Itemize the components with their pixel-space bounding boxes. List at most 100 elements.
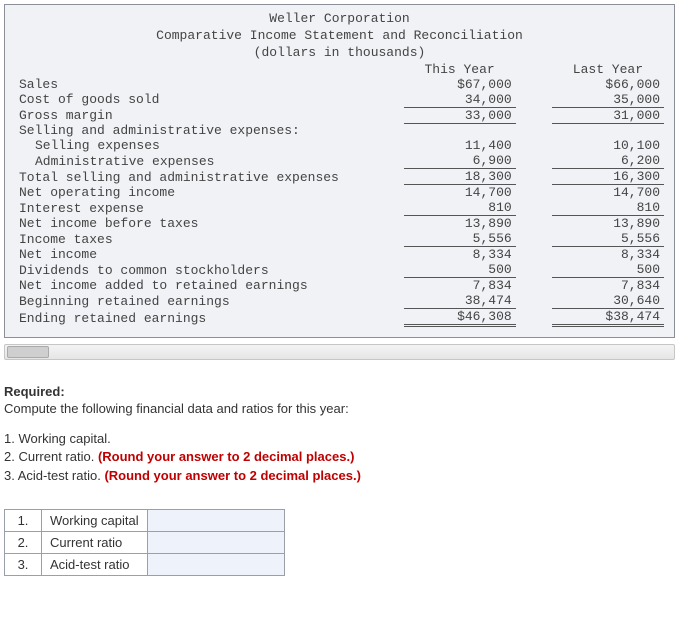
row-label: Net income (15, 247, 404, 263)
row-last-year: 5,556 (552, 231, 664, 247)
question-text: Working capital. (18, 431, 110, 446)
question-text: Acid-test ratio. (18, 468, 105, 483)
row-last-year: 13,890 (552, 216, 664, 232)
row-last-year: 7,834 (552, 278, 664, 294)
row-label: Administrative expenses (15, 153, 404, 169)
required-prompt: Compute the following financial data and… (4, 401, 675, 416)
row-label: Dividends to common stockholders (15, 262, 404, 278)
row-label: Net income before taxes (15, 216, 404, 232)
row-last-year: 6,200 (552, 153, 664, 169)
statement-row: Dividends to common stockholders500500 (15, 262, 664, 278)
row-last-year: $66,000 (552, 77, 664, 92)
income-statement-panel: Weller Corporation Comparative Income St… (4, 4, 675, 338)
row-last-year: $38,474 (552, 309, 664, 326)
row-last-year: 14,700 (552, 185, 664, 201)
row-label: Selling expenses (15, 138, 404, 153)
row-this-year: 34,000 (404, 92, 516, 108)
statement-row: Sales$67,000 $66,000 (15, 77, 664, 92)
row-this-year: 38,474 (404, 293, 516, 309)
question-text: Current ratio. (18, 449, 97, 464)
statement-row: Beginning retained earnings38,474 30,640 (15, 293, 664, 309)
scrollbar-thumb[interactable] (7, 346, 49, 358)
row-last-year: 16,300 (552, 169, 664, 185)
row-label: Interest expense (15, 200, 404, 216)
income-statement-table: This Year Last Year Sales$67,000$66,000C… (15, 62, 664, 328)
answer-input[interactable] (147, 531, 284, 553)
statement-row: Administrative expenses6,900 6,200 (15, 153, 664, 169)
row-last-year: 31,000 (552, 107, 664, 123)
answer-input[interactable] (147, 553, 284, 575)
row-last-year: 30,640 (552, 293, 664, 309)
answer-number: 2. (5, 531, 42, 553)
question-number: 1. (4, 431, 18, 446)
horizontal-scrollbar[interactable] (4, 344, 675, 360)
statement-row: Ending retained earnings$46,308 $38,474 (15, 309, 664, 326)
question-item: 1. Working capital. (4, 430, 675, 448)
row-this-year: 810 (404, 200, 516, 216)
row-this-year: 13,890 (404, 216, 516, 232)
row-this-year: 11,400 (404, 138, 516, 153)
row-label: Sales (15, 77, 404, 92)
row-last-year (552, 123, 664, 138)
statement-row: Selling and administrative expenses: (15, 123, 664, 138)
answer-label: Acid-test ratio (42, 553, 148, 575)
row-label: Total selling and administrative expense… (15, 169, 404, 185)
row-label: Net operating income (15, 185, 404, 201)
statement-title: Comparative Income Statement and Reconci… (156, 28, 523, 43)
statement-row: Cost of goods sold34,000 35,000 (15, 92, 664, 108)
row-this-year: 7,834 (404, 278, 516, 294)
answer-input[interactable] (147, 509, 284, 531)
row-label: Gross margin (15, 107, 404, 123)
row-this-year: 8,334 (404, 247, 516, 263)
col-header-last: Last Year (552, 62, 664, 77)
row-label: Income taxes (15, 231, 404, 247)
statement-row: Selling expenses11,400 10,100 (15, 138, 664, 153)
row-this-year: 18,300 (404, 169, 516, 185)
statement-units: (dollars in thousands) (254, 45, 426, 60)
answer-label: Working capital (42, 509, 148, 531)
statement-row: Net income8,3348,334 (15, 247, 664, 263)
row-this-year: 33,000 (404, 107, 516, 123)
answer-table: 1.Working capital2.Current ratio3.Acid-t… (4, 509, 285, 576)
statement-row: Gross margin33,000 31,000 (15, 107, 664, 123)
question-number: 3. (4, 468, 18, 483)
row-last-year: 35,000 (552, 92, 664, 108)
row-label: Beginning retained earnings (15, 293, 404, 309)
statement-row: Net income before taxes13,89013,890 (15, 216, 664, 232)
row-last-year: 8,334 (552, 247, 664, 263)
row-label: Ending retained earnings (15, 309, 404, 326)
row-this-year (404, 123, 516, 138)
row-this-year: 6,900 (404, 153, 516, 169)
question-item: 2. Current ratio. (Round your answer to … (4, 448, 675, 466)
question-item: 3. Acid-test ratio. (Round your answer t… (4, 467, 675, 485)
col-header-this: This Year (404, 62, 516, 77)
question-note: (Round your answer to 2 decimal places.) (98, 449, 354, 464)
row-this-year: $67,000 (404, 77, 516, 92)
answer-number: 1. (5, 509, 42, 531)
answer-row: 2.Current ratio (5, 531, 285, 553)
statement-row: Total selling and administrative expense… (15, 169, 664, 185)
row-last-year: 10,100 (552, 138, 664, 153)
statement-row: Net operating income14,70014,700 (15, 185, 664, 201)
statement-row: Interest expense810810 (15, 200, 664, 216)
row-label: Net income added to retained earnings (15, 278, 404, 294)
answer-row: 3.Acid-test ratio (5, 553, 285, 575)
row-label: Cost of goods sold (15, 92, 404, 108)
statement-row: Income taxes5,5565,556 (15, 231, 664, 247)
answer-label: Current ratio (42, 531, 148, 553)
company-name: Weller Corporation (269, 11, 409, 26)
row-this-year: 5,556 (404, 231, 516, 247)
required-heading: Required: (4, 384, 675, 399)
answer-row: 1.Working capital (5, 509, 285, 531)
question-list: 1. Working capital. 2. Current ratio. (R… (4, 430, 675, 485)
row-last-year: 500 (552, 262, 664, 278)
row-this-year: 500 (404, 262, 516, 278)
row-label: Selling and administrative expenses: (15, 123, 404, 138)
question-note: (Round your answer to 2 decimal places.) (104, 468, 360, 483)
statement-row: Net income added to retained earnings7,8… (15, 278, 664, 294)
row-last-year: 810 (552, 200, 664, 216)
answer-number: 3. (5, 553, 42, 575)
question-number: 2. (4, 449, 18, 464)
row-this-year: 14,700 (404, 185, 516, 201)
row-this-year: $46,308 (404, 309, 516, 326)
